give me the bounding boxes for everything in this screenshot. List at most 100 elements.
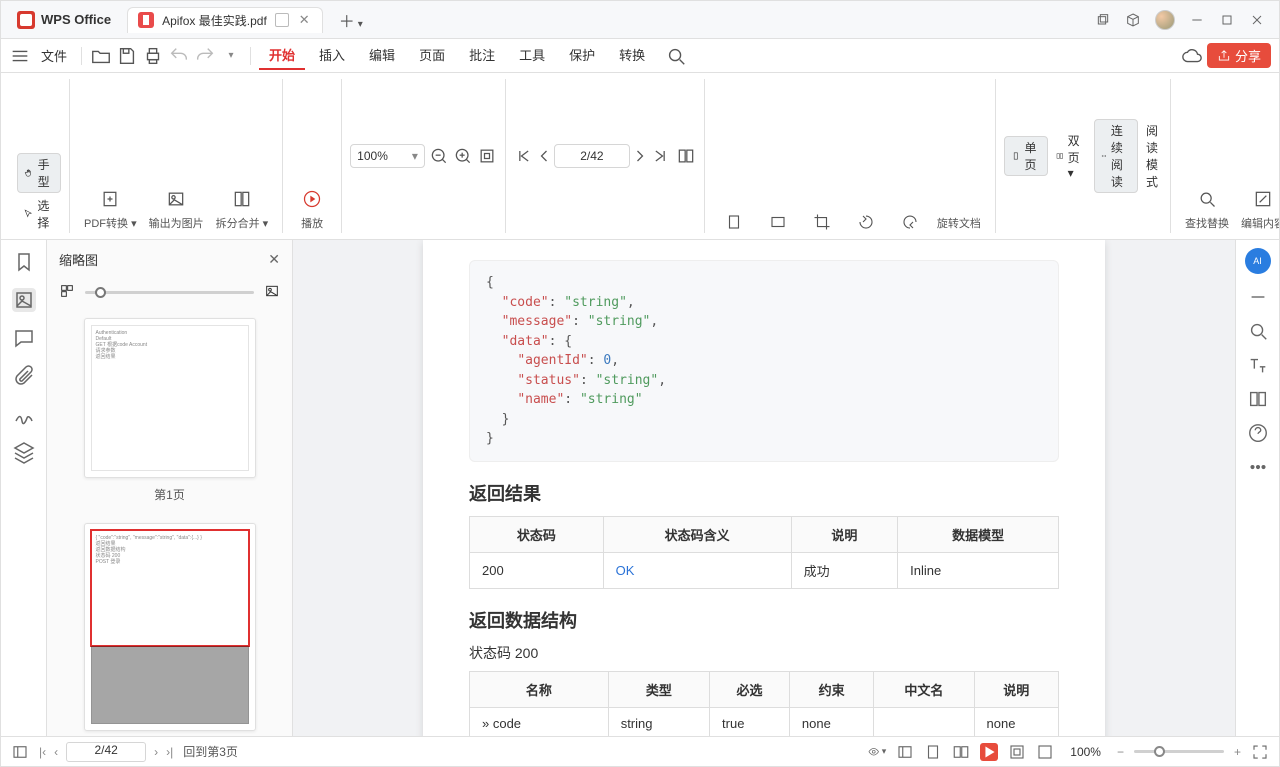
menu-转换[interactable]: 转换	[609, 41, 655, 70]
more-side-icon[interactable]	[1247, 456, 1269, 478]
redo-icon[interactable]	[194, 45, 216, 67]
thumbnails-icon[interactable]	[12, 288, 36, 312]
view-mode-6-icon[interactable]	[1036, 743, 1054, 761]
cube-icon[interactable]	[1125, 12, 1141, 28]
next-page-status-icon[interactable]: ›	[154, 745, 158, 759]
read-mode-button[interactable]: 阅读模式	[1142, 122, 1162, 190]
detach-tab-icon[interactable]	[275, 13, 289, 27]
view-mode-1-icon[interactable]	[896, 743, 914, 761]
thumb-size-slider[interactable]	[85, 291, 254, 294]
single-page-button[interactable]: 单页	[1004, 136, 1048, 176]
menu-插入[interactable]: 插入	[309, 41, 355, 70]
close-tab-icon[interactable]: ✕	[297, 12, 312, 28]
last-page-status-icon[interactable]: ›|	[166, 745, 173, 759]
menu-批注[interactable]: 批注	[459, 41, 505, 70]
thumb-image-icon[interactable]	[264, 283, 280, 302]
first-page-icon[interactable]	[514, 146, 534, 166]
hand-tool-button[interactable]: 手型	[17, 153, 61, 193]
pdf-convert-button[interactable]: PDF转换 ▾	[78, 185, 143, 233]
signature-icon[interactable]	[12, 402, 36, 426]
sub-status: 状态码 200	[469, 643, 1059, 663]
document-page: { "code": "string", "message": "string",…	[423, 240, 1105, 736]
panel-toggle-icon[interactable]	[11, 743, 29, 761]
read-side-icon[interactable]	[1247, 388, 1269, 410]
last-page-icon[interactable]	[650, 146, 670, 166]
rotate-left-icon[interactable]	[845, 211, 887, 233]
assistant-badge[interactable]: AI	[1245, 248, 1271, 274]
view-mode-3-icon[interactable]	[952, 743, 970, 761]
page-status-input[interactable]: 2/42	[66, 742, 146, 762]
search-icon[interactable]	[665, 45, 687, 67]
menu-工具[interactable]: 工具	[509, 41, 555, 70]
play-button[interactable]: 播放	[291, 185, 333, 233]
visibility-icon[interactable]: ▾	[868, 743, 886, 761]
play-status-icon[interactable]	[980, 743, 998, 761]
share-button[interactable]: 分享	[1207, 43, 1271, 68]
translate-side-icon[interactable]	[1247, 354, 1269, 376]
zoom-slider[interactable]	[1134, 750, 1224, 753]
maximize-icon[interactable]	[1219, 12, 1235, 28]
window-overlay-icon[interactable]	[1095, 12, 1111, 28]
heading-struct: 返回数据结构	[469, 607, 1059, 633]
search-side-icon[interactable]	[1247, 320, 1269, 342]
menu-页面[interactable]: 页面	[409, 41, 455, 70]
cloud-icon[interactable]	[1181, 45, 1203, 67]
double-page-button[interactable]: 双页 ▾	[1052, 130, 1090, 182]
thumbnail-page-2[interactable]: { "code":"string", "message":"string", "…	[84, 523, 256, 731]
next-page-icon[interactable]	[630, 146, 650, 166]
prev-page-icon[interactable]	[534, 146, 554, 166]
view-mode-5-icon[interactable]	[1008, 743, 1026, 761]
thumb-grid-icon[interactable]	[59, 283, 75, 302]
prev-page-status-icon[interactable]: ‹	[54, 745, 58, 759]
zoom-out-icon[interactable]	[429, 146, 449, 166]
hamburger-icon[interactable]	[9, 45, 31, 67]
save-icon[interactable]	[116, 45, 138, 67]
zoom-minus[interactable]: −	[1117, 745, 1124, 759]
help-side-icon[interactable]	[1247, 422, 1269, 444]
find-replace-button[interactable]: 查找替换	[1179, 185, 1235, 233]
document-tab[interactable]: Apifox 最佳实践.pdf ✕	[127, 7, 323, 33]
heading-result: 返回结果	[469, 480, 1059, 506]
open-icon[interactable]	[90, 45, 112, 67]
menu-开始[interactable]: 开始	[259, 41, 305, 70]
zoom-plus[interactable]: +	[1234, 745, 1241, 759]
close-panel-icon[interactable]: ✕	[268, 251, 280, 268]
print-icon[interactable]	[142, 45, 164, 67]
fullscreen-icon[interactable]	[1251, 743, 1269, 761]
fit-width-icon[interactable]	[713, 211, 755, 233]
book-view-icon[interactable]	[676, 146, 696, 166]
menu-编辑[interactable]: 编辑	[359, 41, 405, 70]
export-image-button[interactable]: 输出为图片	[143, 185, 210, 233]
avatar[interactable]	[1155, 10, 1175, 30]
collapse-icon[interactable]	[1247, 286, 1269, 308]
code-block: { "code": "string", "message": "string",…	[469, 260, 1059, 462]
minimize-icon[interactable]	[1189, 12, 1205, 28]
back-to-page[interactable]: 回到第3页	[183, 743, 238, 760]
crop-icon[interactable]	[801, 211, 843, 233]
rotate-right-icon[interactable]	[889, 211, 931, 233]
split-merge-button[interactable]: 拆分合并 ▾	[210, 185, 275, 233]
edit-content-button[interactable]: 编辑内容	[1235, 185, 1279, 233]
close-window-icon[interactable]	[1249, 12, 1265, 28]
attachments-icon[interactable]	[12, 364, 36, 388]
bookmark-icon[interactable]	[12, 250, 36, 274]
undo-icon[interactable]	[168, 45, 190, 67]
page-input[interactable]: 2/42	[554, 144, 630, 168]
zoom-select[interactable]: 100%▾	[350, 144, 425, 168]
zoom-in-icon[interactable]	[453, 146, 473, 166]
brand[interactable]: WPS Office	[7, 11, 121, 29]
layers-icon[interactable]	[12, 440, 36, 464]
first-page-status-icon[interactable]: |‹	[39, 745, 46, 759]
view-mode-2-icon[interactable]	[924, 743, 942, 761]
comments-icon[interactable]	[12, 326, 36, 350]
select-tool-button[interactable]: 选择	[17, 195, 61, 233]
file-menu[interactable]: 文件	[35, 46, 73, 65]
thumbnail-page-1[interactable]: AuthenticationDefaultGET 根据code Account请…	[84, 318, 256, 478]
fit-icon[interactable]	[477, 146, 497, 166]
menu-保护[interactable]: 保护	[559, 41, 605, 70]
rotate-doc-button[interactable]: 旋转文档	[931, 213, 987, 233]
continuous-button[interactable]: 连续阅读	[1094, 119, 1138, 193]
add-tab-button[interactable]: ＋▾	[333, 8, 369, 32]
more-dropdown-icon[interactable]: ▾	[220, 45, 242, 67]
fit-page-icon[interactable]	[757, 211, 799, 233]
